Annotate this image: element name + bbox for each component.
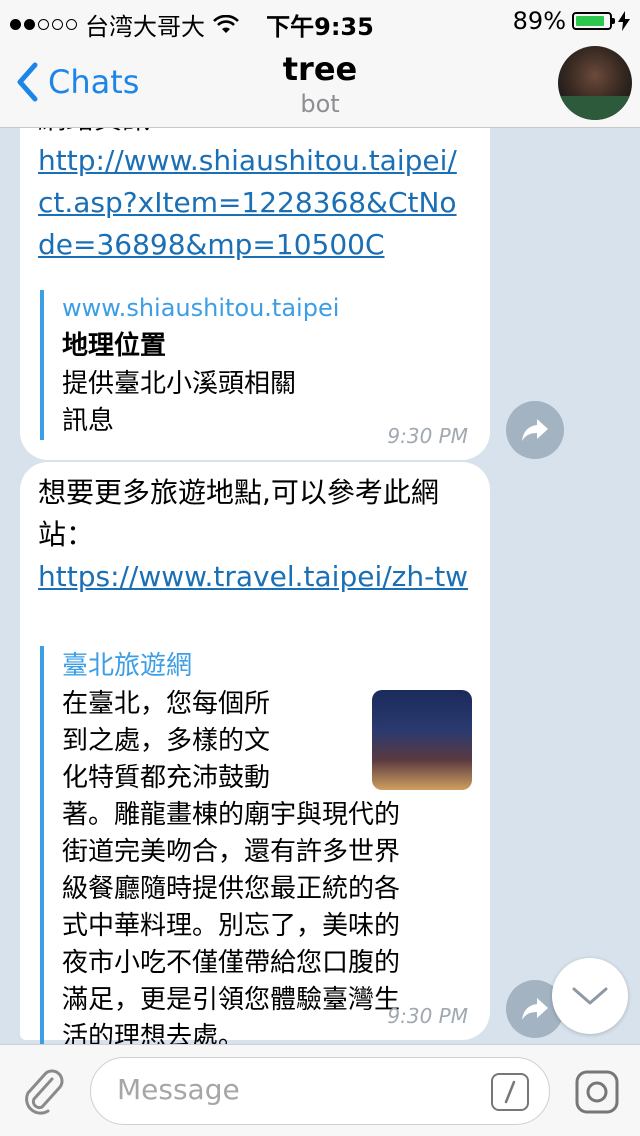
- slash-command-icon: [504, 1080, 516, 1104]
- avatar[interactable]: [558, 46, 632, 120]
- chat-area[interactable]: 網路資訊: http://www.shiaushitou.taipei/ct.a…: [0, 128, 640, 1044]
- preview-thumbnail[interactable]: [372, 690, 472, 790]
- battery-percent: 89%: [512, 7, 566, 35]
- preview-description-line: 級餐廳隨時提供您最正統的各: [62, 874, 401, 904]
- attach-button[interactable]: [22, 1067, 66, 1119]
- preview-site: www.shiaushitou.taipei: [62, 294, 340, 322]
- bot-command-button[interactable]: [491, 1073, 529, 1111]
- camera-button[interactable]: [574, 1069, 620, 1119]
- preview-title: 臺北旅遊網: [62, 651, 193, 681]
- message-bubble[interactable]: 想要更多旅遊地點,可以參考此網站： https://www.travel.tai…: [20, 462, 490, 1044]
- nav-bar: Chats tree bot: [0, 40, 640, 128]
- scroll-down-button[interactable]: [552, 958, 628, 1034]
- link-preview[interactable]: www.shiaushitou.taipei 地理位置 提供臺北小溪頭相關訊息: [40, 290, 440, 440]
- message-link[interactable]: https://www.travel.taipei/zh-tw: [38, 556, 472, 598]
- chat-subtitle: bot: [300, 90, 340, 118]
- battery-icon: [572, 12, 615, 30]
- preview-description-line: 著。雕龍畫棟的廟宇與現代的: [62, 800, 401, 830]
- preview-description: 提供臺北小溪頭相關訊息: [62, 369, 297, 436]
- paperclip-icon: [25, 1069, 64, 1115]
- charging-bolt-icon: [618, 11, 630, 31]
- message-text: 想要更多旅遊地點,可以參考此網站：: [38, 476, 439, 551]
- battery-fill: [576, 16, 605, 26]
- message-time: 9:30 PM: [387, 1004, 468, 1028]
- message-time: 9:30 PM: [387, 424, 468, 448]
- share-button[interactable]: [506, 401, 564, 459]
- camera-icon: [575, 1070, 619, 1114]
- share-icon: [522, 419, 548, 441]
- message-link[interactable]: http://www.shiaushitou.taipei/ct.asp?xIt…: [38, 140, 472, 266]
- share-icon: [522, 998, 548, 1020]
- preview-title: 地理位置: [62, 331, 167, 361]
- status-right: 89%: [513, 7, 630, 35]
- chat-title[interactable]: tree: [0, 50, 640, 88]
- message-bubble[interactable]: 網路資訊: http://www.shiaushitou.taipei/ct.a…: [20, 128, 490, 460]
- preview-description-line: 夜市小吃不僅僅帶給您口腹的: [62, 948, 401, 978]
- chevron-down-icon: [572, 987, 608, 1005]
- preview-description-line: 街道完美吻合，還有許多世界: [62, 837, 401, 867]
- message-text: 網路資訊:: [38, 128, 472, 140]
- message-placeholder: Message: [117, 1073, 240, 1106]
- preview-description-line: 式中華料理。別忘了，美味的: [62, 911, 401, 941]
- message-input[interactable]: Message: [90, 1057, 550, 1125]
- input-bar: Message: [0, 1044, 640, 1136]
- status-bar: 台湾大哥大 下午9:35 89%: [0, 0, 640, 41]
